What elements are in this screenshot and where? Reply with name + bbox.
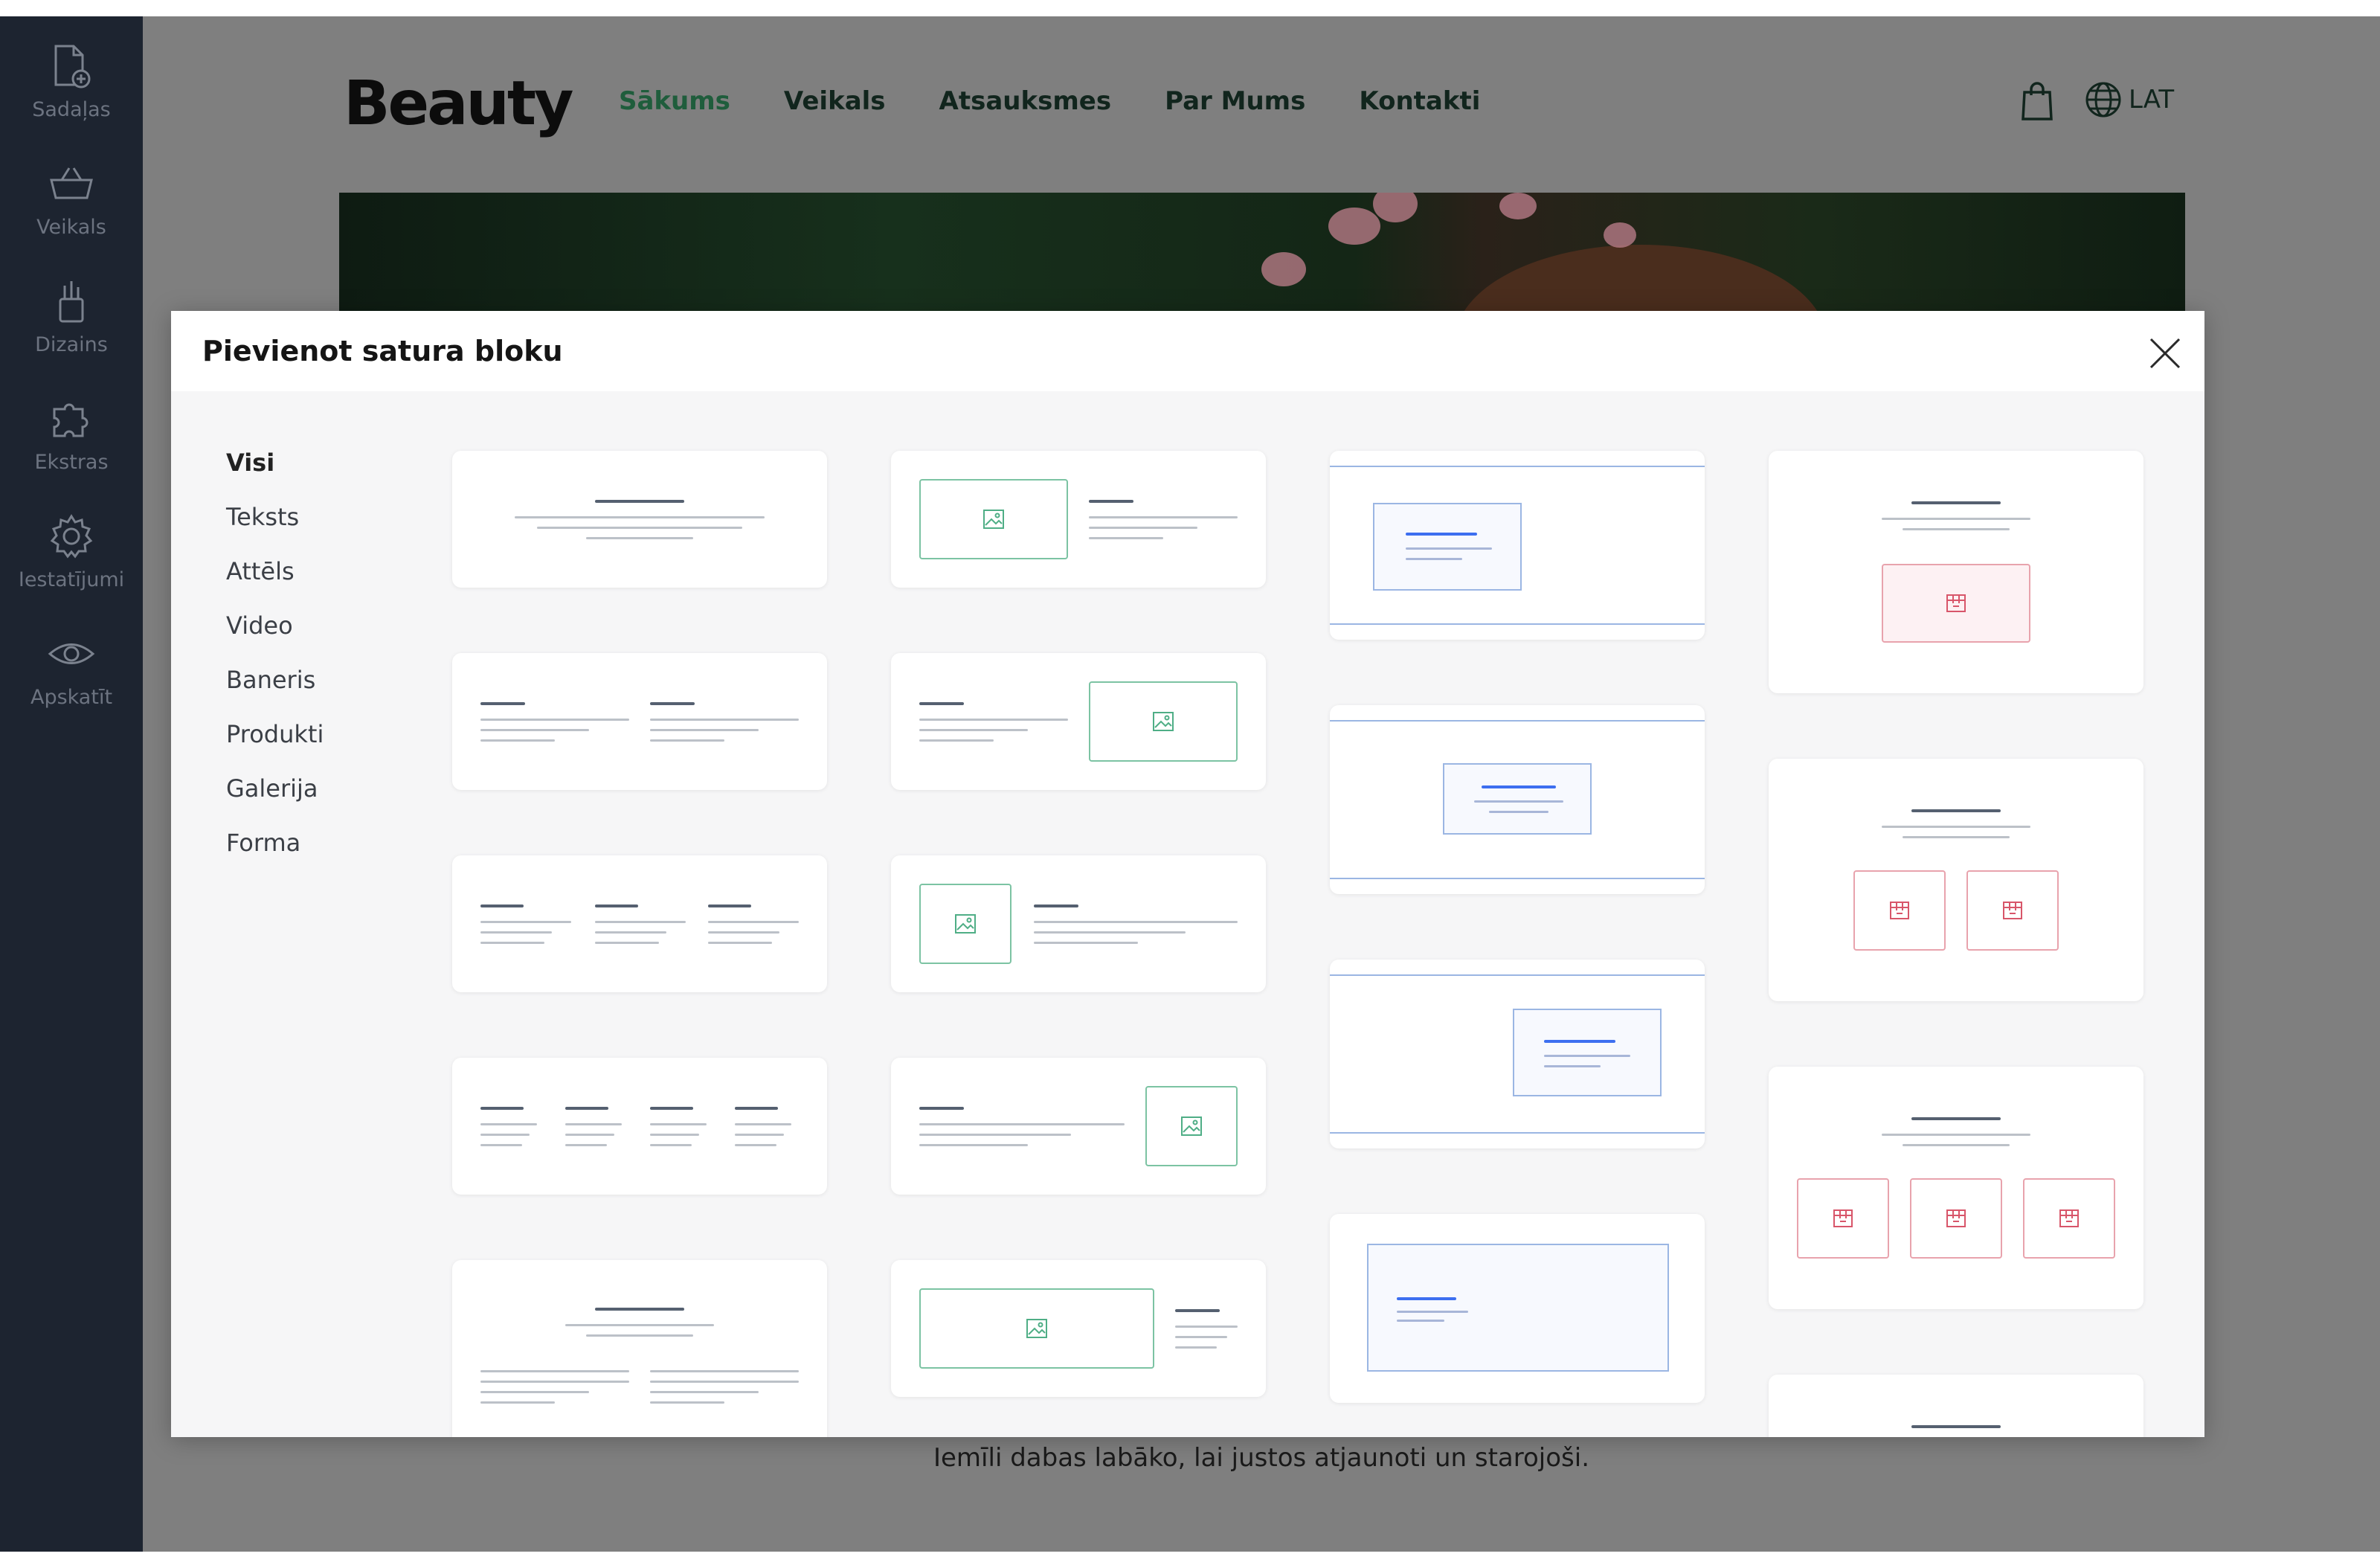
sidebar-item-design[interactable]: Dizains <box>0 262 143 373</box>
category-gallery[interactable]: Galerija <box>226 762 324 816</box>
block-template-text-small-image-right[interactable] <box>891 1058 1266 1195</box>
product-box-icon <box>1833 1209 1853 1227</box>
close-icon[interactable] <box>2146 335 2184 372</box>
product-box-icon <box>2003 902 2022 919</box>
nav-link-reviews[interactable]: Atsauksmes <box>939 86 1112 116</box>
sidebar-item-sections[interactable]: Sadaļas <box>0 27 143 138</box>
basket-icon <box>50 167 93 199</box>
category-form[interactable]: Forma <box>226 816 324 870</box>
sidebar-item-label: Dizains <box>35 333 108 356</box>
category-video[interactable]: Video <box>226 599 324 653</box>
language-label: LAT <box>2129 85 2175 115</box>
eye-icon <box>48 643 95 664</box>
app-frame: Sadaļas Veikals Dizains Ekstras Iestatīj… <box>0 16 2380 1552</box>
sidebar-item-label: Ekstras <box>34 451 109 474</box>
add-block-modal: Pievienot satura bloku Visi Teksts Attēl… <box>171 311 2204 1437</box>
gear-icon <box>50 514 93 559</box>
category-products[interactable]: Produkti <box>226 707 324 762</box>
nav-link-contact[interactable]: Kontakti <box>1359 86 1480 116</box>
shopping-bag-icon[interactable] <box>2019 80 2056 122</box>
site-nav: Sākums Veikals Atsauksmes Par Mums Konta… <box>619 86 1480 116</box>
block-template-product-4[interactable] <box>1769 1375 2143 1437</box>
site-logo[interactable]: Beauty <box>344 68 573 139</box>
product-box-icon <box>1890 902 1909 919</box>
brush-icon <box>59 281 84 323</box>
block-category-list: Visi Teksts Attēls Video Baneris Produkt… <box>226 436 324 870</box>
block-template-product-1[interactable] <box>1769 451 2143 693</box>
product-box-icon <box>1946 594 1966 612</box>
block-template-product-2[interactable] <box>1769 759 2143 1001</box>
language-switcher[interactable]: LAT <box>2084 80 2174 119</box>
block-template-banner-center[interactable] <box>1330 705 1705 894</box>
block-template-text-image-right[interactable] <box>891 653 1266 790</box>
nav-link-about[interactable]: Par Mums <box>1165 86 1305 116</box>
globe-icon <box>2085 82 2121 118</box>
block-template-text-2col[interactable] <box>452 653 827 790</box>
block-template-text-4col[interactable] <box>452 1058 827 1195</box>
nav-link-home[interactable]: Sākums <box>619 86 730 116</box>
site-paragraph: Iemīli dabas labāko, lai justos atjaunot… <box>933 1443 1590 1473</box>
sidebar-item-preview[interactable]: Apskatīt <box>0 614 143 726</box>
block-template-banner-right[interactable] <box>1330 960 1705 1148</box>
category-text[interactable]: Teksts <box>226 490 324 544</box>
block-template-small-image-left-text[interactable] <box>891 855 1266 992</box>
block-template-banner-full[interactable] <box>1330 1214 1705 1403</box>
product-box-icon <box>2059 1209 2079 1227</box>
sidebar-item-label: Sadaļas <box>32 98 111 121</box>
block-template-text-1col[interactable] <box>452 451 827 588</box>
image-icon <box>1153 712 1174 731</box>
puzzle-icon <box>53 403 89 437</box>
hero-image <box>339 193 2185 312</box>
sidebar-item-label: Veikals <box>36 216 106 239</box>
category-all[interactable]: Visi <box>226 436 324 490</box>
image-icon <box>955 914 976 934</box>
block-template-text-3col[interactable] <box>452 855 827 992</box>
block-template-image-left-text[interactable] <box>891 451 1266 588</box>
modal-title: Pievienot satura bloku <box>202 335 563 367</box>
sidebar-item-extras[interactable]: Ekstras <box>0 379 143 491</box>
category-banner[interactable]: Baneris <box>226 653 324 707</box>
sidebar-item-shop[interactable]: Veikals <box>0 144 143 256</box>
nav-link-shop[interactable]: Veikals <box>784 86 886 116</box>
image-icon <box>1181 1116 1202 1136</box>
sidebar-item-label: Iestatījumi <box>18 568 125 591</box>
add-page-icon <box>54 45 91 89</box>
product-box-icon <box>1946 1209 1966 1227</box>
block-template-text-heading-2col[interactable] <box>452 1260 827 1437</box>
editor-sidebar: Sadaļas Veikals Dizains Ekstras Iestatīj… <box>0 16 143 1552</box>
modal-header: Pievienot satura bloku <box>171 311 2204 391</box>
block-template-banner-left[interactable] <box>1330 451 1705 640</box>
category-image[interactable]: Attēls <box>226 544 324 599</box>
block-template-wide-image-text[interactable] <box>891 1260 1266 1397</box>
image-icon <box>1026 1319 1047 1338</box>
block-template-product-3[interactable] <box>1769 1067 2143 1309</box>
image-icon <box>983 510 1004 529</box>
sidebar-item-label: Apskatīt <box>30 686 113 709</box>
sidebar-item-settings[interactable]: Iestatījumi <box>0 497 143 608</box>
